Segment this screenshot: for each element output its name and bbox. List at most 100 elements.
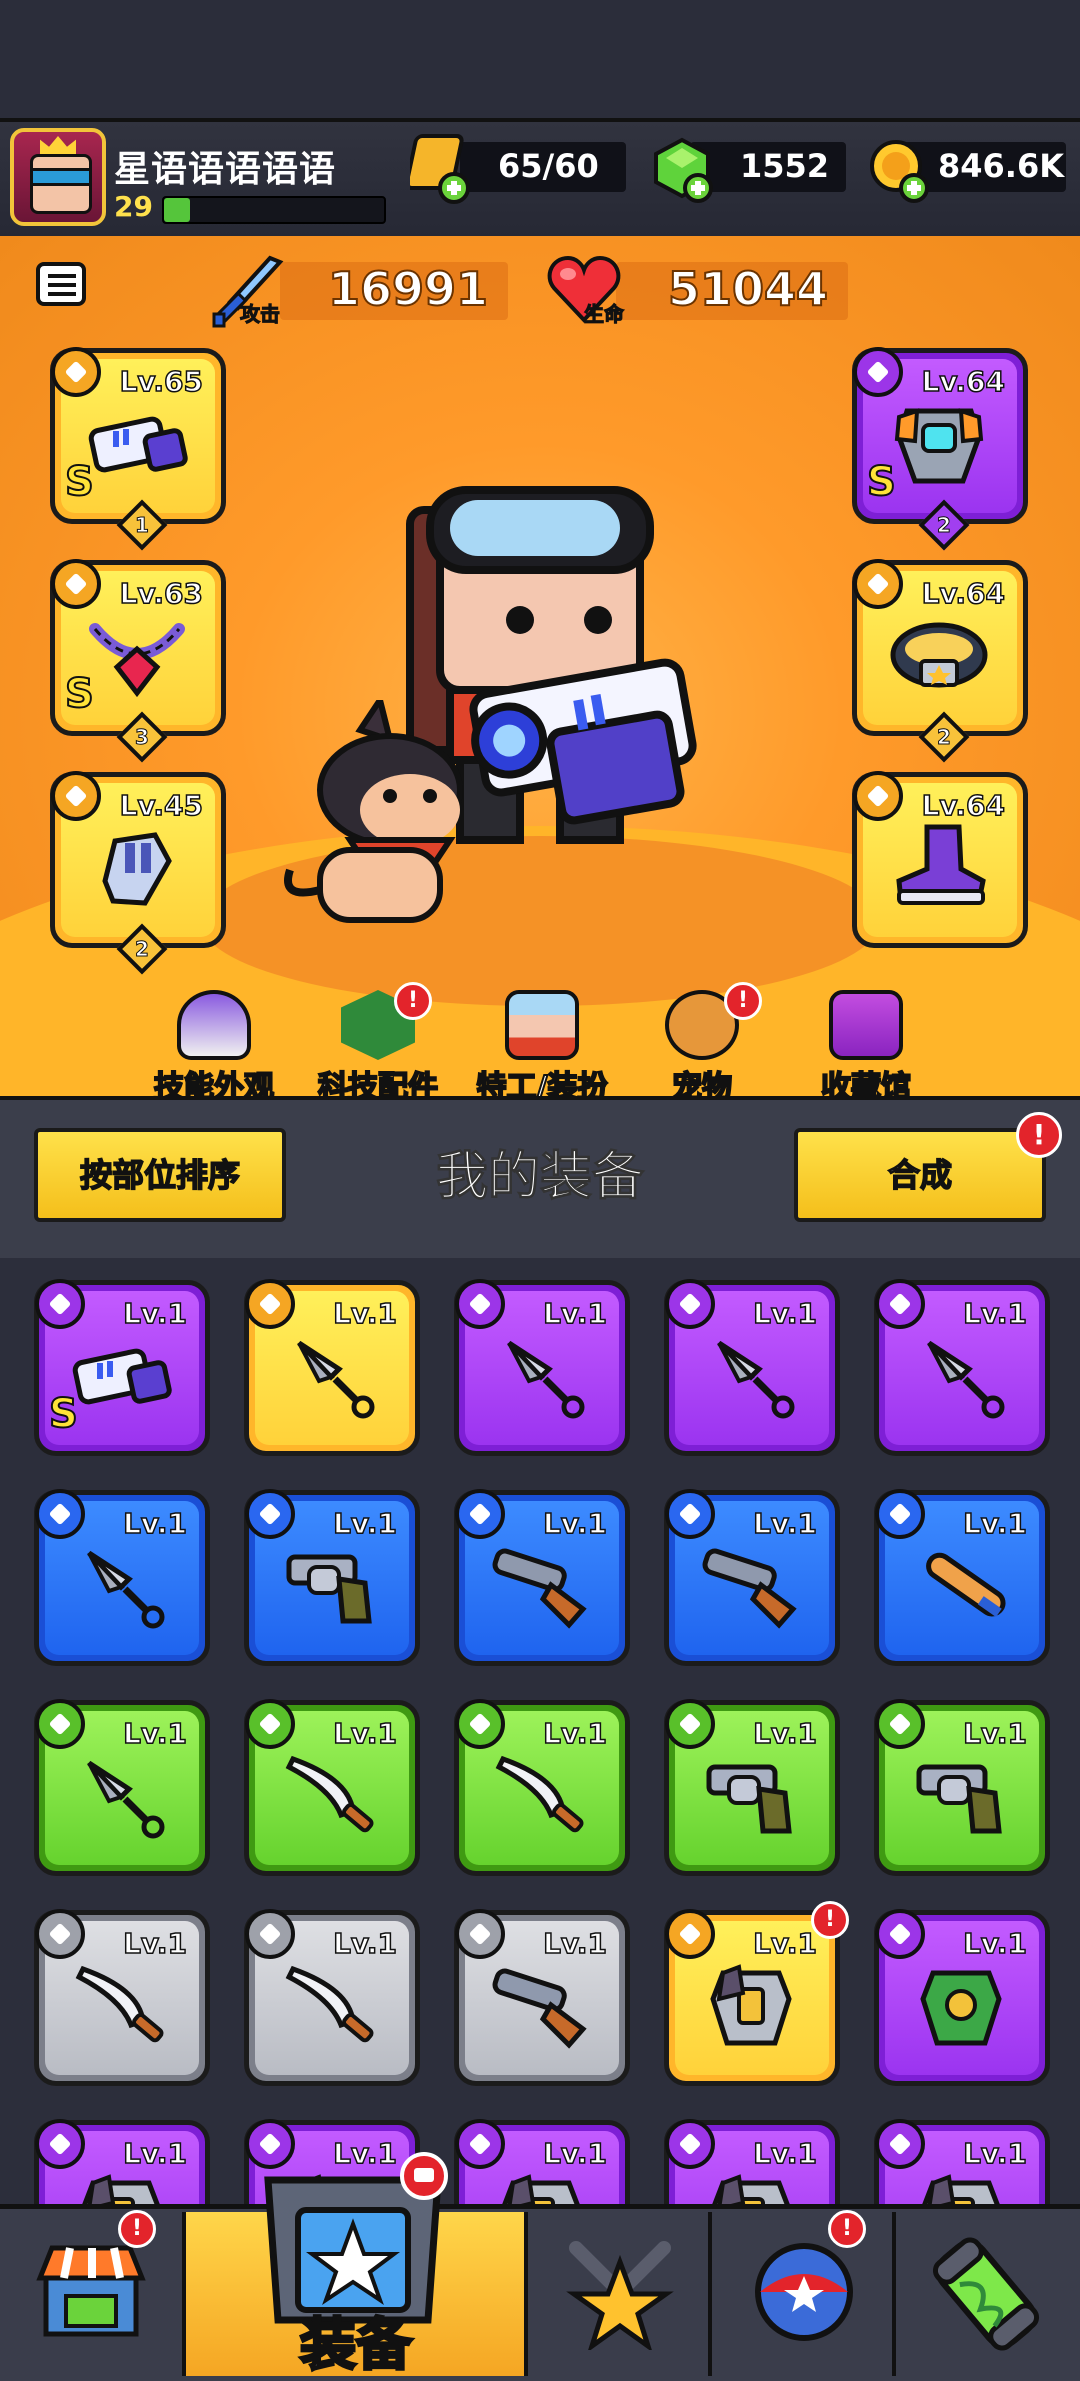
- attack-value: 16991: [327, 261, 489, 317]
- status-bar-area: [0, 0, 1080, 118]
- revolver-icon: [916, 1764, 1002, 1834]
- inventory-item-shotgun[interactable]: Lv.1: [664, 1489, 840, 1666]
- inventory-item-kunai[interactable]: Lv.1: [874, 1279, 1050, 1456]
- slot-type-badge: [245, 1489, 295, 1539]
- item-level: Lv.1: [122, 1506, 187, 1541]
- armor-icon: [710, 1964, 792, 2046]
- slot-star: 1: [135, 512, 150, 537]
- equip-slot-necklace[interactable]: Lv.63 S 3: [50, 559, 226, 763]
- item-level: Lv.1: [752, 1506, 817, 1541]
- coin-value: 846.6K: [938, 147, 1065, 185]
- merge-button[interactable]: 合成: [794, 1128, 1046, 1222]
- slot-star: 2: [937, 724, 952, 749]
- inventory-item-blaster[interactable]: Lv.1 S: [34, 1279, 210, 1456]
- inventory-item-armor[interactable]: Lv.1!: [664, 1901, 849, 2086]
- slot-level: Lv.65: [119, 364, 204, 399]
- nav-pet[interactable]: 宠物 !: [612, 982, 792, 1106]
- dna-capsule-icon: [932, 2237, 1040, 2351]
- alert-badge: !: [394, 982, 432, 1020]
- energy-ticket-icon[interactable]: [410, 130, 476, 206]
- inventory-item-kunai[interactable]: Lv.1: [454, 1279, 630, 1456]
- revolver-icon: [706, 1764, 792, 1834]
- pet-dog[interactable]: [280, 700, 480, 930]
- slot-type-badge: [875, 1909, 925, 1959]
- tab-world[interactable]: !: [712, 2210, 896, 2376]
- slot-type-badge: [455, 1279, 505, 1329]
- inventory-item-machete[interactable]: Lv.1: [244, 1909, 420, 2086]
- bat-icon: [926, 1552, 1006, 1617]
- slot-level: Lv.64: [921, 576, 1006, 611]
- revolver-icon: [286, 1554, 372, 1624]
- inventory-item-kunai[interactable]: Lv.1: [34, 1699, 210, 1876]
- equip-slot-boots[interactable]: Lv.64: [852, 771, 1028, 948]
- item-level: Lv.1: [962, 2136, 1027, 2171]
- inventory-item-revolver[interactable]: Lv.1: [874, 1699, 1050, 1876]
- slot-type-badge: [455, 1699, 505, 1749]
- slot-type-badge: [875, 2119, 925, 2169]
- shotgun-icon: [702, 1548, 797, 1629]
- slot-type-badge: [35, 1699, 85, 1749]
- tab-battle[interactable]: [528, 2212, 712, 2376]
- armor-icon: [894, 408, 984, 484]
- inventory-item-machete[interactable]: Lv.1: [34, 1909, 210, 2086]
- item-level: Lv.1: [962, 1506, 1027, 1541]
- inventory-item-armor[interactable]: Lv.1: [34, 2119, 210, 2204]
- item-level: Lv.1: [962, 1926, 1027, 1961]
- item-level: Lv.1: [542, 1716, 607, 1751]
- belt-icon: [890, 622, 988, 688]
- inventory-item-revolver[interactable]: Lv.1: [664, 1699, 840, 1876]
- alert-badge: !: [811, 1901, 849, 1939]
- xp-progress-fill: [164, 198, 191, 222]
- blaster-icon: [72, 1348, 172, 1405]
- inventory-item-revolver[interactable]: Lv.1: [244, 1489, 420, 1666]
- inventory-item-armor[interactable]: Lv.1: [874, 2119, 1050, 2204]
- equip-slot-armor[interactable]: Lv.64 S 2: [852, 347, 1028, 551]
- item-level: Lv.1: [962, 1296, 1027, 1331]
- inventory-item-kunai[interactable]: Lv.1: [664, 1279, 840, 1456]
- kunai-icon: [507, 1340, 585, 1419]
- machete-icon: [75, 1965, 164, 2043]
- nav-tech-part[interactable]: 科技配件 !: [288, 982, 468, 1106]
- slot-type-badge: [455, 2119, 505, 2169]
- inventory-item-machete[interactable]: Lv.1: [244, 1699, 420, 1876]
- menu-list-icon[interactable]: [36, 262, 86, 306]
- world-ball-icon: [755, 2243, 853, 2341]
- inventory-item-kunai[interactable]: Lv.1: [244, 1279, 420, 1456]
- slot-type-badge: [665, 1489, 715, 1539]
- item-level: Lv.1: [122, 1716, 187, 1751]
- equip-slot-weapon[interactable]: Lv.65 S 1: [50, 347, 226, 551]
- equip-slot-belt[interactable]: Lv.64 2: [852, 559, 1028, 763]
- shotgun-icon: [492, 1968, 587, 2049]
- nav-agent-outfit[interactable]: 特工/装扮: [452, 990, 632, 1106]
- slot-level: Lv.45: [119, 788, 204, 823]
- kunai-icon: [927, 1340, 1005, 1419]
- green-gem-icon[interactable]: [652, 136, 716, 206]
- kunai-icon: [297, 1340, 375, 1419]
- player-avatar[interactable]: [10, 128, 106, 226]
- item-level: Lv.1: [332, 1296, 397, 1331]
- item-level: Lv.1: [122, 1926, 187, 1961]
- tab-shop[interactable]: !: [0, 2210, 186, 2376]
- tab-dna[interactable]: [896, 2212, 1080, 2376]
- inventory-item-armor-green[interactable]: Lv.1: [874, 1909, 1050, 2086]
- inventory-item-shotgun[interactable]: Lv.1: [454, 1909, 630, 2086]
- inventory-item-armor[interactable]: Lv.1: [664, 2119, 840, 2204]
- inventory-item-bat[interactable]: Lv.1: [874, 1489, 1050, 1666]
- inventory-grid: Lv.1 S Lv.1 Lv.1 Lv.1 Lv.1 Lv.1 Lv.1 Lv.1 Lv.1 Lv.…: [0, 1258, 1080, 2204]
- sort-by-slot-button[interactable]: 按部位排序: [34, 1128, 286, 1222]
- alert-badge: !: [724, 982, 762, 1020]
- nav-collection[interactable]: 收藏馆: [776, 990, 956, 1106]
- slot-grade: S: [866, 458, 897, 506]
- item-level: Lv.1: [122, 2136, 187, 2171]
- inventory-item-machete[interactable]: Lv.1: [454, 1699, 630, 1876]
- equip-slot-gloves[interactable]: Lv.45 2: [50, 771, 226, 975]
- gold-coin-icon[interactable]: [868, 136, 932, 206]
- inventory-item-armor[interactable]: Lv.1: [454, 2119, 630, 2204]
- slot-level: Lv.64: [921, 788, 1006, 823]
- inventory-item-kunai[interactable]: Lv.1: [34, 1489, 210, 1666]
- attack-label: 攻击: [240, 302, 281, 327]
- inventory-item-shotgun[interactable]: Lv.1: [454, 1489, 630, 1666]
- slot-grade: S: [64, 458, 95, 506]
- nav-skill-skin[interactable]: 技能外观: [124, 990, 304, 1106]
- gem-value: 1552: [740, 147, 830, 185]
